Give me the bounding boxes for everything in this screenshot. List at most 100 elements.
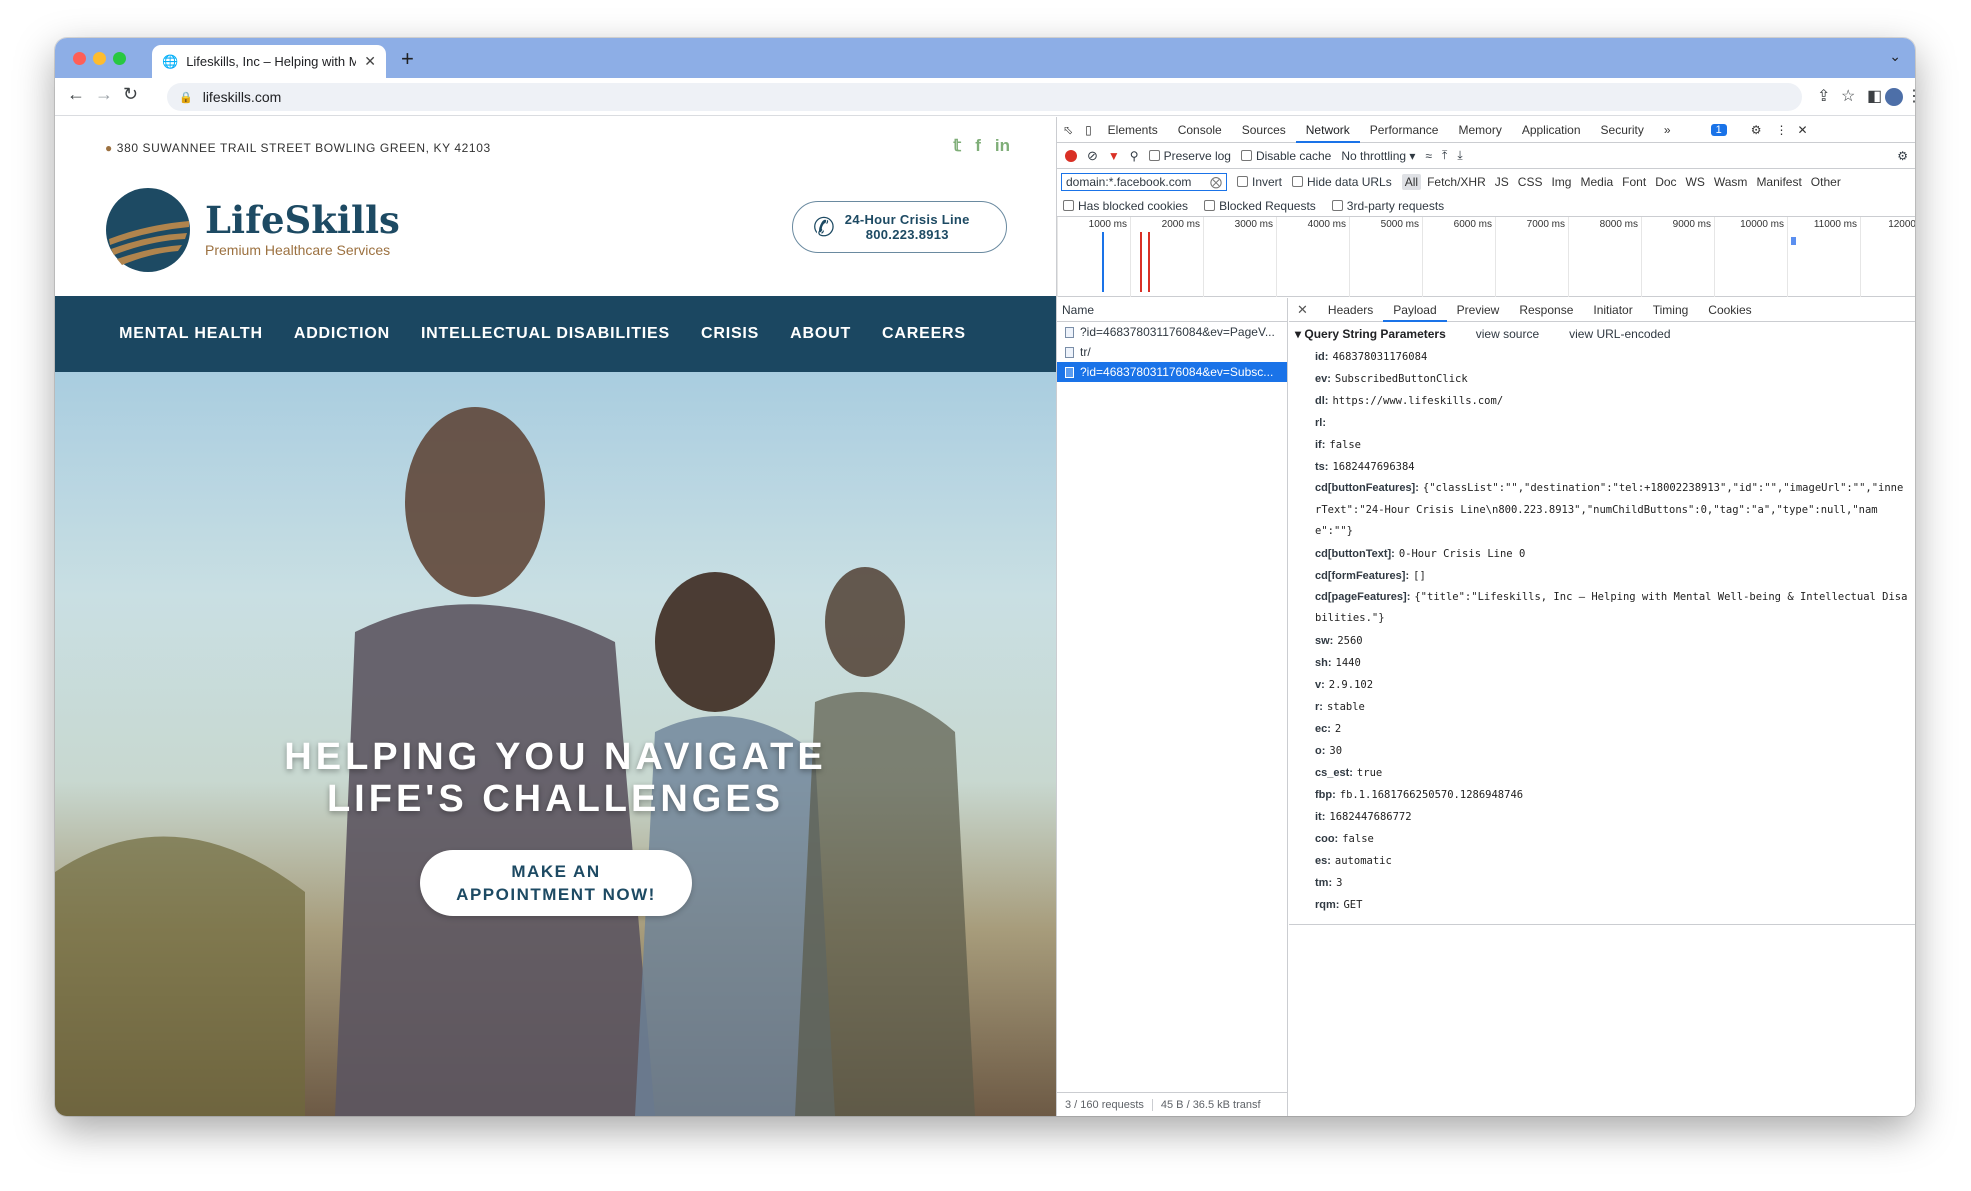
devtools-menu-icon[interactable]: ⋮ xyxy=(1771,117,1791,143)
disable-cache-checkbox[interactable]: Disable cache xyxy=(1240,149,1331,163)
filter-type-ws[interactable]: WS xyxy=(1683,174,1708,190)
param-key: ts: xyxy=(1315,461,1329,473)
third-party-checkbox[interactable]: 3rd-party requests xyxy=(1331,199,1444,213)
linkedin-icon[interactable]: in xyxy=(995,136,1010,156)
facebook-icon[interactable]: f xyxy=(975,136,981,156)
record-icon[interactable] xyxy=(1065,149,1077,162)
maximize-window-button[interactable] xyxy=(113,52,126,65)
tab-network[interactable]: Network xyxy=(1295,117,1360,143)
view-source-link[interactable]: view source xyxy=(1476,327,1539,341)
bookmark-star-icon[interactable]: ☆ xyxy=(1841,86,1855,106)
param-value: https://www.lifeskills.com/ xyxy=(1332,395,1504,407)
browser-tab[interactable]: 🌐 Lifeskills, Inc – Helping with Mé ✕ xyxy=(152,45,386,78)
view-url-encoded-link[interactable]: view URL-encoded xyxy=(1569,327,1670,341)
query-string-toggle[interactable]: ▾ Query String Parameters xyxy=(1295,327,1446,341)
more-tabs-icon[interactable]: » xyxy=(1654,117,1681,143)
filter-input[interactable]: domain:*.facebook.com ⨂ xyxy=(1061,173,1227,191)
tab-cookies[interactable]: Cookies xyxy=(1698,298,1761,322)
wifi-icon[interactable]: ≈ xyxy=(1425,149,1432,163)
tab-response[interactable]: Response xyxy=(1509,298,1583,322)
back-button[interactable]: ← xyxy=(67,84,85,105)
invert-checkbox[interactable]: Invert xyxy=(1237,175,1282,189)
blocked-requests-checkbox[interactable]: Blocked Requests xyxy=(1204,199,1316,213)
close-tab-icon[interactable]: ✕ xyxy=(364,53,376,70)
nav-careers[interactable]: CAREERS xyxy=(882,325,966,343)
tab-console[interactable]: Console xyxy=(1168,117,1232,143)
blocked-cookies-checkbox[interactable]: Has blocked cookies xyxy=(1063,199,1188,213)
tab-payload[interactable]: Payload xyxy=(1383,298,1447,322)
brand-tagline: Premium Healthcare Services xyxy=(205,242,391,258)
nav-about[interactable]: ABOUT xyxy=(790,325,851,343)
menu-kebab-icon[interactable]: ⋮ xyxy=(1906,86,1915,106)
settings-gear-icon[interactable]: ⚙ xyxy=(1741,117,1772,143)
issues-badge[interactable]: 1 xyxy=(1710,123,1727,136)
param-value: true xyxy=(1356,766,1383,779)
share-icon[interactable]: ⇪ xyxy=(1817,86,1830,106)
clear-filter-icon[interactable]: ⨂ xyxy=(1210,175,1222,189)
tab-security[interactable]: Security xyxy=(1591,117,1654,143)
tab-sources[interactable]: Sources xyxy=(1232,117,1296,143)
filter-type-css[interactable]: CSS xyxy=(1515,174,1546,190)
tab-memory[interactable]: Memory xyxy=(1448,117,1511,143)
filter-type-wasm[interactable]: Wasm xyxy=(1711,174,1751,190)
tab-initiator[interactable]: Initiator xyxy=(1583,298,1642,322)
forward-button[interactable]: → xyxy=(95,84,113,105)
tab-timing[interactable]: Timing xyxy=(1643,298,1699,322)
request-row[interactable]: ?id=468378031176084&ev=PageV... xyxy=(1057,322,1287,342)
new-tab-button[interactable]: + xyxy=(401,46,414,72)
nav-intellectual-disabilities[interactable]: INTELLECTUAL DISABILITIES xyxy=(421,325,670,343)
import-icon[interactable]: ⤒ xyxy=(1442,148,1447,163)
nav-crisis[interactable]: CRISIS xyxy=(701,325,759,343)
appointment-button[interactable]: MAKE AN APPOINTMENT NOW! xyxy=(420,850,692,916)
preserve-log-checkbox[interactable]: Preserve log xyxy=(1148,149,1231,163)
close-window-button[interactable] xyxy=(73,52,86,65)
tab-performance[interactable]: Performance xyxy=(1360,117,1449,143)
inspect-icon[interactable]: ⬁ xyxy=(1057,117,1079,143)
export-icon[interactable]: ⤓ xyxy=(1457,148,1462,163)
hide-data-urls-checkbox[interactable]: Hide data URLs xyxy=(1292,175,1392,189)
filter-type-all[interactable]: All xyxy=(1401,174,1422,190)
tab-elements[interactable]: Elements xyxy=(1098,117,1168,143)
site-logo[interactable]: LifeSkills Premium Healthcare Services xyxy=(105,187,400,273)
filter-type-other[interactable]: Other xyxy=(1808,174,1844,190)
nav-addiction[interactable]: ADDICTION xyxy=(294,325,390,343)
chevron-down-icon[interactable]: ⌄ xyxy=(1889,48,1901,65)
request-row-selected[interactable]: ?id=468378031176084&ev=Subsc... xyxy=(1057,362,1287,382)
query-param: coo: false xyxy=(1315,828,1908,850)
network-toolbar: ⊘ ▼ ⚲ Preserve log Disable cache No thro… xyxy=(1057,143,1915,169)
crisis-line-button[interactable]: ✆ 24-Hour Crisis Line 800.223.8913 xyxy=(792,201,1007,253)
twitter-icon[interactable]: 𝕥 xyxy=(953,136,961,156)
reload-button[interactable]: ↻ xyxy=(123,84,138,105)
web-page: ● 380 SUWANNEE TRAIL STREET BOWLING GREE… xyxy=(55,117,1056,1116)
filter-type-fetch-xhr[interactable]: Fetch/XHR xyxy=(1424,174,1489,190)
file-icon xyxy=(1065,326,1074,338)
close-devtools-icon[interactable]: ✕ xyxy=(1791,117,1813,143)
close-detail-icon[interactable]: ✕ xyxy=(1289,302,1318,318)
logo-mark-icon xyxy=(106,188,190,272)
param-key: cs_est: xyxy=(1315,766,1353,779)
name-column-header[interactable]: Name xyxy=(1057,298,1287,322)
device-toggle-icon[interactable]: ▯ xyxy=(1079,117,1098,143)
clear-icon[interactable]: ⊘ xyxy=(1087,148,1098,164)
nav-mental-health[interactable]: MENTAL HEALTH xyxy=(119,325,263,343)
tab-preview[interactable]: Preview xyxy=(1447,298,1510,322)
filter-icon[interactable]: ▼ xyxy=(1108,149,1120,163)
request-row[interactable]: tr/ xyxy=(1057,342,1287,362)
network-timeline[interactable]: 1000 ms 2000 ms 3000 ms 4000 ms 5000 ms … xyxy=(1057,217,1915,297)
profile-avatar[interactable] xyxy=(1885,88,1903,106)
side-panel-icon[interactable]: ◧ xyxy=(1867,86,1882,106)
search-icon[interactable]: ⚲ xyxy=(1130,149,1139,163)
param-key: dl: xyxy=(1315,395,1329,407)
throttling-select[interactable]: No throttling ▾ xyxy=(1341,149,1415,163)
filter-type-doc[interactable]: Doc xyxy=(1652,174,1679,190)
network-settings-gear-icon[interactable]: ⚙ xyxy=(1897,149,1908,163)
address-bar[interactable]: 🔒 lifeskills.com xyxy=(167,83,1802,111)
filter-type-js[interactable]: JS xyxy=(1492,174,1512,190)
filter-type-img[interactable]: Img xyxy=(1548,174,1574,190)
minimize-window-button[interactable] xyxy=(93,52,106,65)
filter-type-manifest[interactable]: Manifest xyxy=(1753,174,1804,190)
tab-application[interactable]: Application xyxy=(1512,117,1591,143)
filter-type-media[interactable]: Media xyxy=(1577,174,1616,190)
tab-headers[interactable]: Headers xyxy=(1318,298,1383,322)
filter-type-font[interactable]: Font xyxy=(1619,174,1649,190)
